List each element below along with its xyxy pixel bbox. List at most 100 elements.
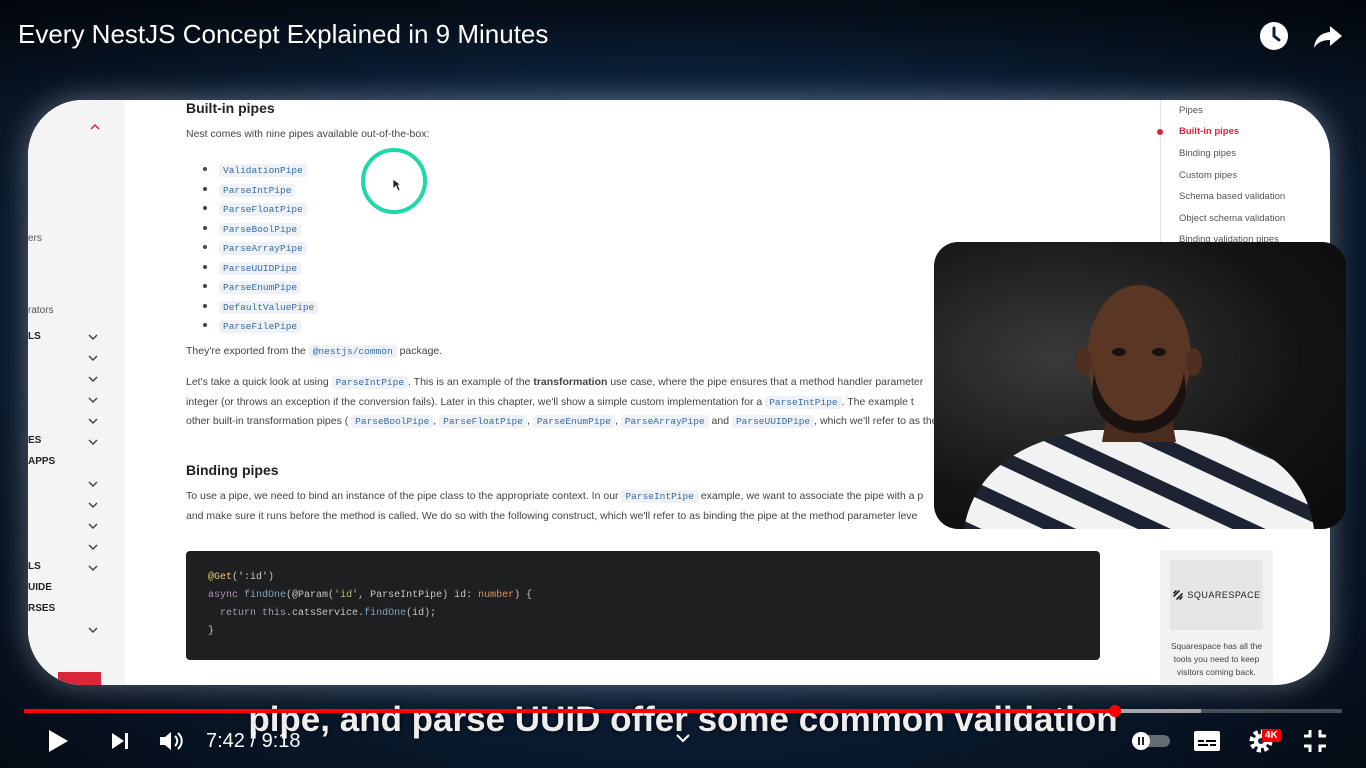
progress-bar[interactable] — [24, 705, 1342, 717]
inline-code: ParseUUIDPipe — [731, 415, 815, 428]
chevron-down-icon[interactable] — [88, 542, 98, 552]
list-item: ParseIntPipe — [203, 179, 318, 199]
chevron-down-icon[interactable] — [88, 437, 98, 447]
chevron-down-icon[interactable] — [88, 563, 98, 573]
list-item: ParseBoolPipe — [203, 218, 318, 238]
pipe-name: ParseFloatPipe — [219, 203, 307, 216]
chevron-down-icon[interactable] — [88, 332, 98, 342]
volume-button[interactable] — [156, 725, 188, 757]
chevron-down-icon[interactable] — [88, 500, 98, 510]
code-token: number — [478, 590, 515, 601]
toc-item-pipes[interactable]: Pipes — [1179, 105, 1203, 116]
sidebar-item[interactable]: ers — [28, 233, 42, 244]
chevron-down-icon[interactable] — [88, 395, 98, 405]
code-token: return — [220, 608, 257, 619]
lookat-line-3: other built-in transformation pipes ( Pa… — [186, 415, 938, 428]
toc-item-custom-pipes[interactable]: Custom pipes — [1179, 170, 1237, 181]
pipe-name: ParseUUIDPipe — [219, 261, 302, 275]
list-item: ParseArrayPipe — [203, 237, 318, 257]
mouse-cursor-icon — [392, 178, 402, 192]
toc-item-built-in-pipes[interactable]: Built-in pipes — [1179, 126, 1239, 137]
list-item: ParseUUIDPipe — [203, 257, 318, 277]
clock-icon[interactable] — [1256, 18, 1292, 54]
next-button[interactable] — [104, 725, 136, 757]
code-block: @Get(':id') async findOne(@Param('id', P… — [186, 551, 1100, 660]
code-token: .catsService. — [286, 608, 365, 619]
code-token: (':id') — [232, 572, 275, 583]
text: . The example t — [841, 396, 914, 408]
sidebar-item[interactable]: LS — [28, 561, 41, 572]
pipe-name: ValidationPipe — [219, 164, 307, 177]
binding-line-1: To use a pipe, we need to bind an instan… — [186, 490, 923, 503]
toc-active-dot — [1157, 129, 1163, 135]
text: use case, where the pipe ensures that a … — [610, 376, 924, 388]
sidebar-item[interactable]: UIDE — [28, 582, 52, 593]
sidebar-item[interactable]: rators — [28, 305, 54, 316]
code-line: } — [208, 626, 215, 637]
text: They're exported from the — [186, 345, 306, 357]
code-line: @Get(':id') — [208, 572, 274, 583]
chevron-down-icon[interactable] — [88, 625, 98, 635]
sidebar-item[interactable]: RSES — [28, 603, 55, 614]
play-icon — [49, 730, 68, 752]
ad-image: SQUARESPACE — [1170, 560, 1263, 630]
code-line: return this.catsService.findOne(id); — [220, 608, 436, 619]
chevron-down-icon[interactable] — [88, 521, 98, 531]
presenter-image — [964, 285, 1314, 529]
inline-code: ParseIntPipe — [621, 490, 698, 503]
squarespace-logo-icon — [1173, 590, 1184, 600]
chevron-down-icon[interactable] — [88, 353, 98, 363]
toc-item-binding-pipes[interactable]: Binding pipes — [1179, 148, 1236, 159]
code-token: findOne — [364, 608, 407, 619]
inline-code: ParseIntPipe — [331, 376, 409, 389]
sidebar-item[interactable]: APPS — [28, 456, 55, 467]
next-icon — [112, 733, 128, 749]
quality-badge: 4K — [1262, 729, 1281, 742]
exit-fullscreen-button[interactable] — [1299, 725, 1331, 757]
binding-line-2: and make sure it runs before the method … — [186, 510, 918, 522]
list-item: ParseEnumPipe — [203, 276, 318, 296]
pipe-name: ParseBoolPipe — [219, 222, 302, 236]
chevron-down-button[interactable] — [667, 722, 699, 754]
code-line: async findOne(@Param('id', ParseIntPipe)… — [208, 590, 532, 601]
code-token: 'id' — [334, 590, 359, 601]
text: , which we'll refer to as the — [814, 415, 938, 427]
list-item: DefaultValuePipe — [203, 296, 319, 316]
chevron-down-icon[interactable] — [88, 416, 98, 426]
text: integer (or throws an exception if the c… — [186, 396, 763, 408]
toc-item-object-schema[interactable]: Object schema validation — [1179, 213, 1285, 224]
autoplay-toggle[interactable] — [1128, 725, 1174, 757]
subtitles-button[interactable] — [1191, 725, 1223, 757]
text: package. — [399, 345, 443, 357]
pipe-name: DefaultValuePipe — [219, 300, 319, 314]
intro-text: Nest comes with nine pipes available out… — [186, 128, 430, 140]
ad-text: Squarespace has all the tools you need t… — [1170, 641, 1263, 677]
chevron-down-icon[interactable] — [88, 374, 98, 384]
sidebar-item[interactable]: LS — [28, 331, 41, 342]
code-token: , ParseIntPipe) id: — [358, 590, 479, 601]
chevron-down-icon[interactable] — [88, 479, 98, 489]
play-button[interactable] — [42, 725, 74, 757]
sidebar-badge — [58, 672, 101, 685]
subtitles-icon — [1194, 731, 1220, 751]
pipes-list: ValidationPipe ParseIntPipe ParseFloatPi… — [203, 159, 319, 335]
lookat-line-1: Let's take a quick look at using ParseIn… — [186, 376, 924, 389]
code-token: async — [208, 590, 239, 601]
chevron-up-icon[interactable] — [90, 122, 100, 132]
text: and — [711, 415, 730, 427]
sidebar-item[interactable]: ES — [28, 435, 41, 446]
code-token: @Get — [208, 572, 233, 583]
code-token: (id); — [406, 608, 437, 619]
inline-code: ParseIntPipe — [765, 396, 842, 409]
inline-code: ParseArrayPipe — [620, 415, 709, 428]
toc-item-schema-validation[interactable]: Schema based validation — [1179, 191, 1285, 202]
exported-text: They're exported from the @nestjs/common… — [186, 345, 443, 358]
code-token: ) { — [514, 590, 533, 601]
video-title: Every NestJS Concept Explained in 9 Minu… — [18, 19, 549, 49]
ad-brand: SQUARESPACE — [1187, 590, 1261, 600]
sponsor-ad[interactable]: SQUARESPACE Squarespace has all the tool… — [1160, 550, 1273, 685]
lookat-line-2: integer (or throws an exception if the c… — [186, 396, 914, 409]
top-gradient — [0, 0, 1366, 110]
autoplay-toggle-icon — [1132, 732, 1170, 750]
share-icon[interactable] — [1310, 18, 1346, 54]
